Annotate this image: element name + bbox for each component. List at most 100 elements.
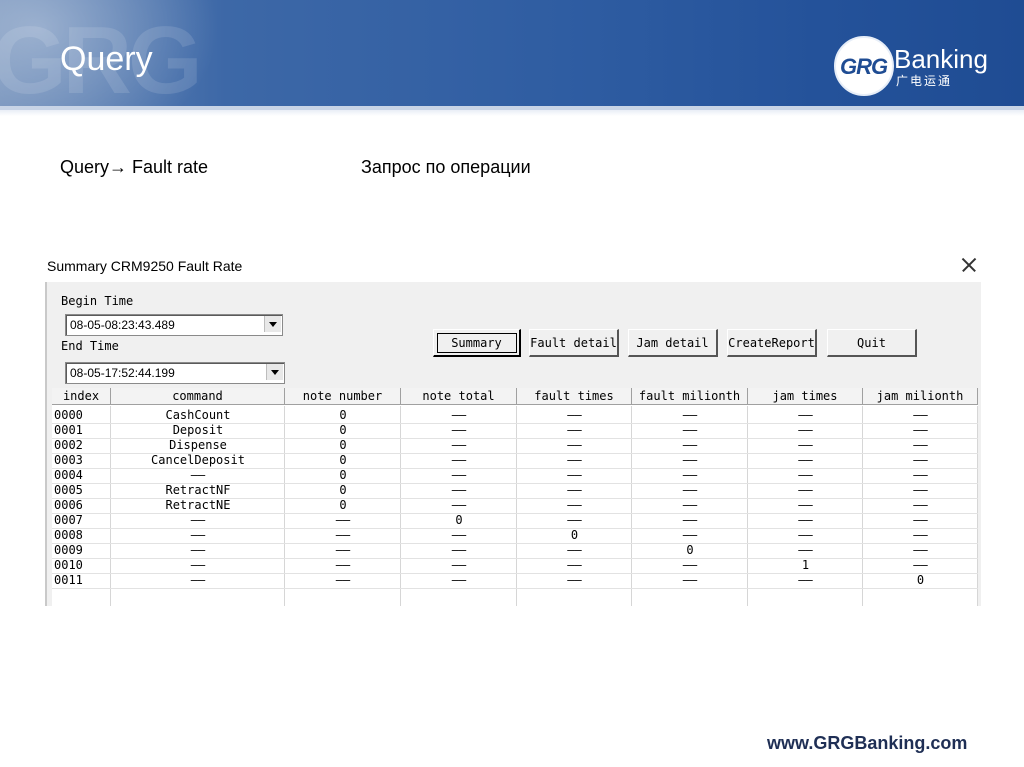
- table-cell: ——: [913, 453, 928, 467]
- table-row[interactable]: 0002 Dispense 0 —— —— —— —— ——: [52, 438, 978, 453]
- table-cell: ——: [682, 423, 698, 437]
- table-cell: ——: [913, 423, 928, 437]
- fault-rate-panel: Begin Time 08-05-08:23:43.489 End Time 0…: [45, 282, 981, 606]
- footer-url: www.GRGBanking.com: [767, 733, 968, 753]
- table-cell: 0004: [54, 468, 83, 482]
- table-cell: RetractNF: [165, 483, 231, 497]
- create-report-button[interactable]: CreateReport: [727, 329, 817, 357]
- table-cell: ——: [682, 408, 698, 422]
- table-cell: ——: [798, 483, 813, 497]
- begin-time-value: 08-05-08:23:43.489: [70, 318, 175, 332]
- table-cell: 0: [916, 573, 925, 587]
- logo-name: Banking: [894, 44, 988, 74]
- table-cell: 0006: [54, 498, 83, 512]
- table-cell: ——: [798, 423, 813, 437]
- table-row[interactable]: 0010 —— —— —— —— —— 1 ——: [52, 558, 978, 573]
- table-cell: CancelDeposit: [151, 453, 245, 467]
- column-header[interactable]: index: [52, 388, 111, 405]
- column-header[interactable]: note total: [401, 388, 517, 405]
- jam-detail-button[interactable]: Jam detail: [628, 329, 718, 357]
- table-cell: ——: [798, 543, 813, 557]
- chevron-down-icon[interactable]: [266, 364, 283, 380]
- table-cell: ——: [451, 408, 467, 422]
- table-cell: ——: [913, 408, 928, 422]
- table-row[interactable]: 0011 —— —— —— —— —— —— 0: [52, 573, 978, 588]
- table-row[interactable]: 0009 —— —— —— —— 0 —— ——: [52, 543, 978, 558]
- end-time-value: 08-05-17:52:44.199: [70, 366, 175, 380]
- column-header[interactable]: note number: [285, 388, 401, 405]
- table-cell: 0005: [54, 483, 83, 497]
- table-cell: ——: [913, 513, 928, 527]
- table-cell: ——: [567, 513, 582, 527]
- table-cell: 0007: [54, 513, 83, 527]
- table-cell: ——: [682, 513, 698, 527]
- table-cell: ——: [451, 423, 467, 437]
- table-cell: ——: [798, 573, 813, 587]
- summary-button[interactable]: Summary: [433, 329, 521, 357]
- table-cell: ——: [682, 438, 698, 452]
- table-cell: ——: [567, 573, 582, 587]
- table-cell: ——: [913, 483, 928, 497]
- table-cell: ——: [451, 468, 467, 482]
- fault-detail-button[interactable]: Fault detail: [529, 329, 619, 357]
- table-cell: ——: [190, 513, 206, 527]
- table-cell: ——: [798, 408, 813, 422]
- table-row[interactable]: 0006 RetractNE 0 —— —— —— —— ——: [52, 498, 978, 513]
- begin-time-combo[interactable]: 08-05-08:23:43.489: [65, 314, 283, 336]
- table-cell: ——: [335, 573, 351, 587]
- table-row[interactable]: 0008 —— —— —— 0 —— —— ——: [52, 528, 978, 543]
- table-cell: ——: [567, 543, 582, 557]
- grid-row-divider: [52, 588, 978, 589]
- table-cell: ——: [913, 468, 928, 482]
- table-cell: ——: [682, 453, 698, 467]
- column-header[interactable]: fault times: [517, 388, 632, 405]
- table-cell: 0: [339, 468, 347, 482]
- column-header[interactable]: jam times: [748, 388, 863, 405]
- logo-circle: GRG: [834, 36, 894, 96]
- table-cell: ——: [682, 558, 698, 572]
- table-cell: ——: [335, 513, 351, 527]
- table-row[interactable]: 0003 CancelDeposit 0 —— —— —— —— ——: [52, 453, 978, 468]
- table-cell: ——: [451, 558, 467, 572]
- table-cell: ——: [567, 468, 582, 482]
- table-cell: ——: [913, 438, 928, 452]
- begin-time-label: Begin Time: [61, 294, 134, 308]
- table-cell: ——: [451, 498, 467, 512]
- subtitle-query-fault-rate: Query→ Fault rate: [60, 157, 209, 177]
- table-row[interactable]: 0001 Deposit 0 —— —— —— —— ——: [52, 423, 978, 438]
- fault-rate-table[interactable]: index command note number note total fault t…: [52, 388, 978, 606]
- table-cell: ——: [335, 528, 351, 542]
- table-cell: 0001: [54, 423, 83, 437]
- chevron-down-icon[interactable]: [264, 316, 281, 332]
- table-cell: ——: [335, 558, 351, 572]
- table-cell: ——: [567, 408, 582, 422]
- end-time-label: End Time: [61, 339, 119, 353]
- table-cell: 0009: [54, 543, 83, 557]
- table-header: index command note number note total fault t…: [52, 388, 978, 406]
- subtitle-russian: Запрос по операции: [361, 157, 531, 177]
- table-cell: 0: [339, 483, 347, 497]
- table-row[interactable]: 0000 CashCount 0 —— —— —— —— ——: [52, 408, 978, 423]
- table-cell: ——: [798, 498, 813, 512]
- column-header[interactable]: command: [111, 388, 285, 405]
- close-icon[interactable]: [960, 256, 978, 274]
- quit-button[interactable]: Quit: [827, 329, 917, 357]
- table-row[interactable]: 0007 —— —— 0 —— —— —— ——: [52, 513, 978, 528]
- table-row[interactable]: 0005 RetractNF 0 —— —— —— —— ——: [52, 483, 978, 498]
- table-cell: ——: [567, 453, 582, 467]
- column-header[interactable]: fault milionth: [632, 388, 748, 405]
- table-cell: ——: [190, 573, 206, 587]
- column-header[interactable]: jam milionth: [863, 388, 978, 405]
- table-cell: ——: [190, 528, 206, 542]
- table-cell: 0010: [54, 558, 83, 572]
- table-row[interactable]: 0004 —— 0 —— —— —— —— ——: [52, 468, 978, 483]
- table-cell: ——: [913, 543, 928, 557]
- table-cell: ——: [451, 438, 467, 452]
- table-cell: ——: [451, 528, 467, 542]
- end-time-combo[interactable]: 08-05-17:52:44.199: [65, 362, 285, 384]
- table-cell: ——: [913, 528, 928, 542]
- table-cell: ——: [798, 528, 813, 542]
- table-cell: ——: [567, 558, 582, 572]
- table-cell: ——: [567, 483, 582, 497]
- table-cell: ——: [798, 438, 813, 452]
